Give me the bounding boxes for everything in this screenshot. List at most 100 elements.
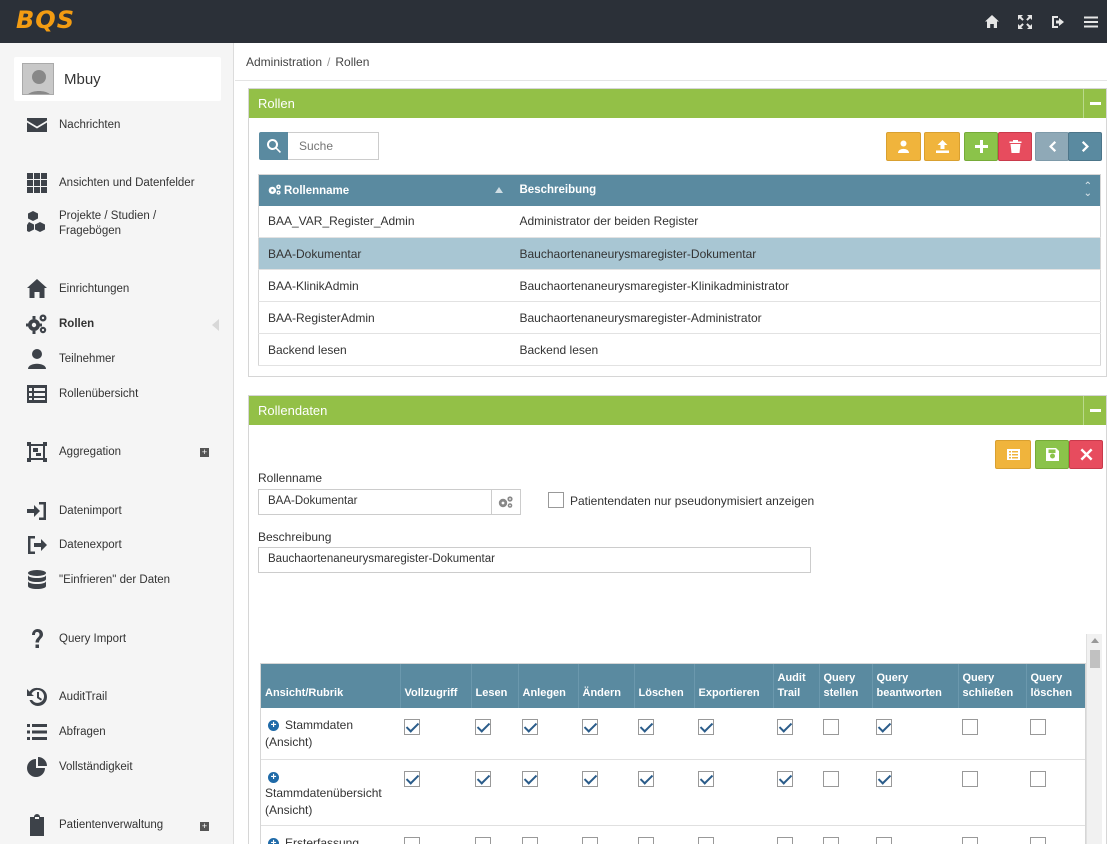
permission-checkbox[interactable] <box>582 770 598 787</box>
beschreibung-input[interactable]: Bauchaortenaneurysmaregister-Dokumentar <box>258 547 811 573</box>
column-ansicht-rubrik: Ansicht/Rubrik <box>261 664 401 708</box>
permission-cell <box>634 759 694 826</box>
rollenname-settings-button[interactable] <box>491 489 521 515</box>
table-row[interactable]: BAA-RegisterAdmin Bauchaortenaneurysmare… <box>258 301 1101 334</box>
permission-checkbox[interactable] <box>962 770 978 787</box>
permission-checkbox[interactable] <box>698 836 714 844</box>
column-audit-trail: Audit Trail <box>773 664 820 708</box>
table-row[interactable]: Backend lesen Backend lesen <box>258 333 1101 366</box>
sidebar-item-aggregation[interactable]: Aggregation <box>24 440 121 464</box>
permission-checkbox[interactable] <box>475 719 491 735</box>
permission-checkbox[interactable] <box>962 836 978 844</box>
table-row[interactable]: BAA-KlinikAdmin Bauchaortenaneurysmaregi… <box>258 269 1101 302</box>
permission-checkbox[interactable] <box>582 719 598 735</box>
column-beschreibung[interactable]: Beschreibung ⌃ ⌄ <box>510 174 1101 206</box>
fullscreen-icon[interactable] <box>1008 0 1041 43</box>
sidebar-item-datenimport[interactable]: Datenimport <box>24 499 122 523</box>
permission-checkbox[interactable] <box>698 719 714 735</box>
permission-checkbox[interactable] <box>404 770 420 787</box>
sidebar-item-abfragen[interactable]: Abfragen <box>24 720 106 744</box>
permission-checkbox[interactable] <box>876 770 892 787</box>
menu-icon[interactable] <box>1074 0 1107 43</box>
rights-table-header: Ansicht/Rubrik Vollzugriff Lesen Anlegen… <box>261 664 1085 708</box>
sidebar-item-vollstaendigkeit[interactable]: Vollständigkeit <box>24 755 133 779</box>
permission-checkbox[interactable] <box>777 719 793 735</box>
expand-row-icon[interactable]: + <box>268 771 279 783</box>
permission-checkbox[interactable] <box>698 770 714 787</box>
search-input[interactable] <box>288 132 379 160</box>
sidebar-item-einrichtungen[interactable]: Einrichtungen <box>24 277 129 301</box>
permission-checkbox[interactable] <box>638 719 654 735</box>
permission-cell <box>1026 708 1085 760</box>
next-page-button[interactable] <box>1068 132 1102 161</box>
permission-checkbox[interactable] <box>522 719 538 735</box>
save-button[interactable] <box>1035 440 1069 469</box>
permission-checkbox[interactable] <box>1030 836 1046 844</box>
list-view-button[interactable] <box>995 440 1031 469</box>
rights-table-body: + Stammdaten (Ansicht) + Stammdatenübersic… <box>261 708 1085 844</box>
prev-page-button[interactable] <box>1035 132 1069 161</box>
expand-row-icon[interactable]: + <box>268 837 279 844</box>
rights-table-scrollbar[interactable] <box>1086 634 1102 844</box>
permission-checkbox[interactable] <box>404 719 420 735</box>
permission-checkbox[interactable] <box>638 770 654 787</box>
permission-checkbox[interactable] <box>823 719 839 735</box>
column-label-line1: Audit <box>777 672 806 685</box>
permission-checkbox[interactable] <box>638 836 654 844</box>
sidebar-item-datenexport[interactable]: Datenexport <box>24 533 122 557</box>
collapse-role-data-panel-button[interactable] <box>1083 396 1106 425</box>
sidebar-item-nachrichten[interactable]: Nachrichten <box>24 113 120 137</box>
permission-checkbox[interactable] <box>404 836 420 844</box>
permission-checkbox[interactable] <box>475 836 491 844</box>
breadcrumb-administration[interactable]: Administration <box>246 55 322 69</box>
sidebar-item-audittrail[interactable]: AuditTrail <box>24 685 107 709</box>
permission-checkbox[interactable] <box>522 836 538 844</box>
permission-checkbox[interactable] <box>876 719 892 735</box>
sidebar-item-rollenuebersicht[interactable]: Rollenübersicht <box>24 382 138 406</box>
app-logo[interactable]: BQS <box>16 6 75 34</box>
home-icon <box>24 277 50 301</box>
permission-checkbox[interactable] <box>475 770 491 787</box>
sidebar-item-teilnehmer[interactable]: Teilnehmer <box>24 347 115 371</box>
permission-checkbox[interactable] <box>823 836 839 844</box>
cancel-button[interactable] <box>1069 440 1103 469</box>
sidebar-item-ansichten[interactable]: Ansichten und Datenfelder <box>24 171 195 195</box>
upload-button[interactable] <box>924 132 960 161</box>
permission-checkbox[interactable] <box>1030 719 1046 735</box>
home-icon[interactable] <box>975 0 1008 43</box>
permission-checkbox[interactable] <box>522 770 538 787</box>
permission-checkbox[interactable] <box>582 836 598 844</box>
permission-cell <box>471 825 518 844</box>
rollenname-input[interactable]: BAA-Dokumentar <box>258 489 492 515</box>
sidebar-item-einfrieren[interactable]: "Einfrieren" der Daten <box>24 568 170 592</box>
search-button[interactable] <box>259 132 288 160</box>
table-row-selected[interactable]: BAA-Dokumentar Bauchaortenaneurysmaregis… <box>258 237 1101 270</box>
column-rollenname[interactable]: Rollenname <box>258 174 511 206</box>
permission-checkbox[interactable] <box>777 770 793 787</box>
user-box[interactable]: Mbuy <box>14 57 221 101</box>
assign-user-button[interactable] <box>886 132 921 161</box>
pseudonym-checkbox[interactable] <box>548 492 564 508</box>
collapse-roles-panel-button[interactable] <box>1083 89 1106 118</box>
permission-checkbox[interactable] <box>823 770 839 787</box>
sidebar-item-query-import[interactable]: Query Import <box>24 627 126 651</box>
column-vollzugriff: Vollzugriff <box>400 664 472 708</box>
scroll-up-icon[interactable] <box>1091 638 1099 643</box>
sidebar-item-projekte[interactable]: Projekte / Studien / Fragebögen <box>24 209 156 239</box>
permission-checkbox[interactable] <box>1030 770 1046 787</box>
logout-icon[interactable] <box>1041 0 1074 43</box>
add-role-button[interactable] <box>964 132 998 161</box>
permission-checkbox[interactable] <box>962 719 978 735</box>
sidebar-item-patientenverwaltung[interactable]: Patientenverwaltung <box>24 813 163 837</box>
close-icon <box>1080 448 1092 461</box>
table-row[interactable]: BAA_VAR_Register_Admin Administrator der… <box>258 205 1101 238</box>
permission-checkbox[interactable] <box>876 836 892 844</box>
sidebar-item-rollen[interactable]: Rollen <box>24 312 94 336</box>
permission-checkbox[interactable] <box>777 836 793 844</box>
expand-aggregation-icon[interactable]: + <box>200 448 209 457</box>
delete-role-button[interactable] <box>998 132 1032 161</box>
scrollbar-thumb[interactable] <box>1090 650 1100 668</box>
expand-patientenverwaltung-icon[interactable]: + <box>200 822 209 831</box>
expand-row-icon[interactable]: + <box>268 720 279 731</box>
rights-table-container[interactable]: Ansicht/Rubrik Vollzugriff Lesen Anlegen… <box>260 663 1086 844</box>
